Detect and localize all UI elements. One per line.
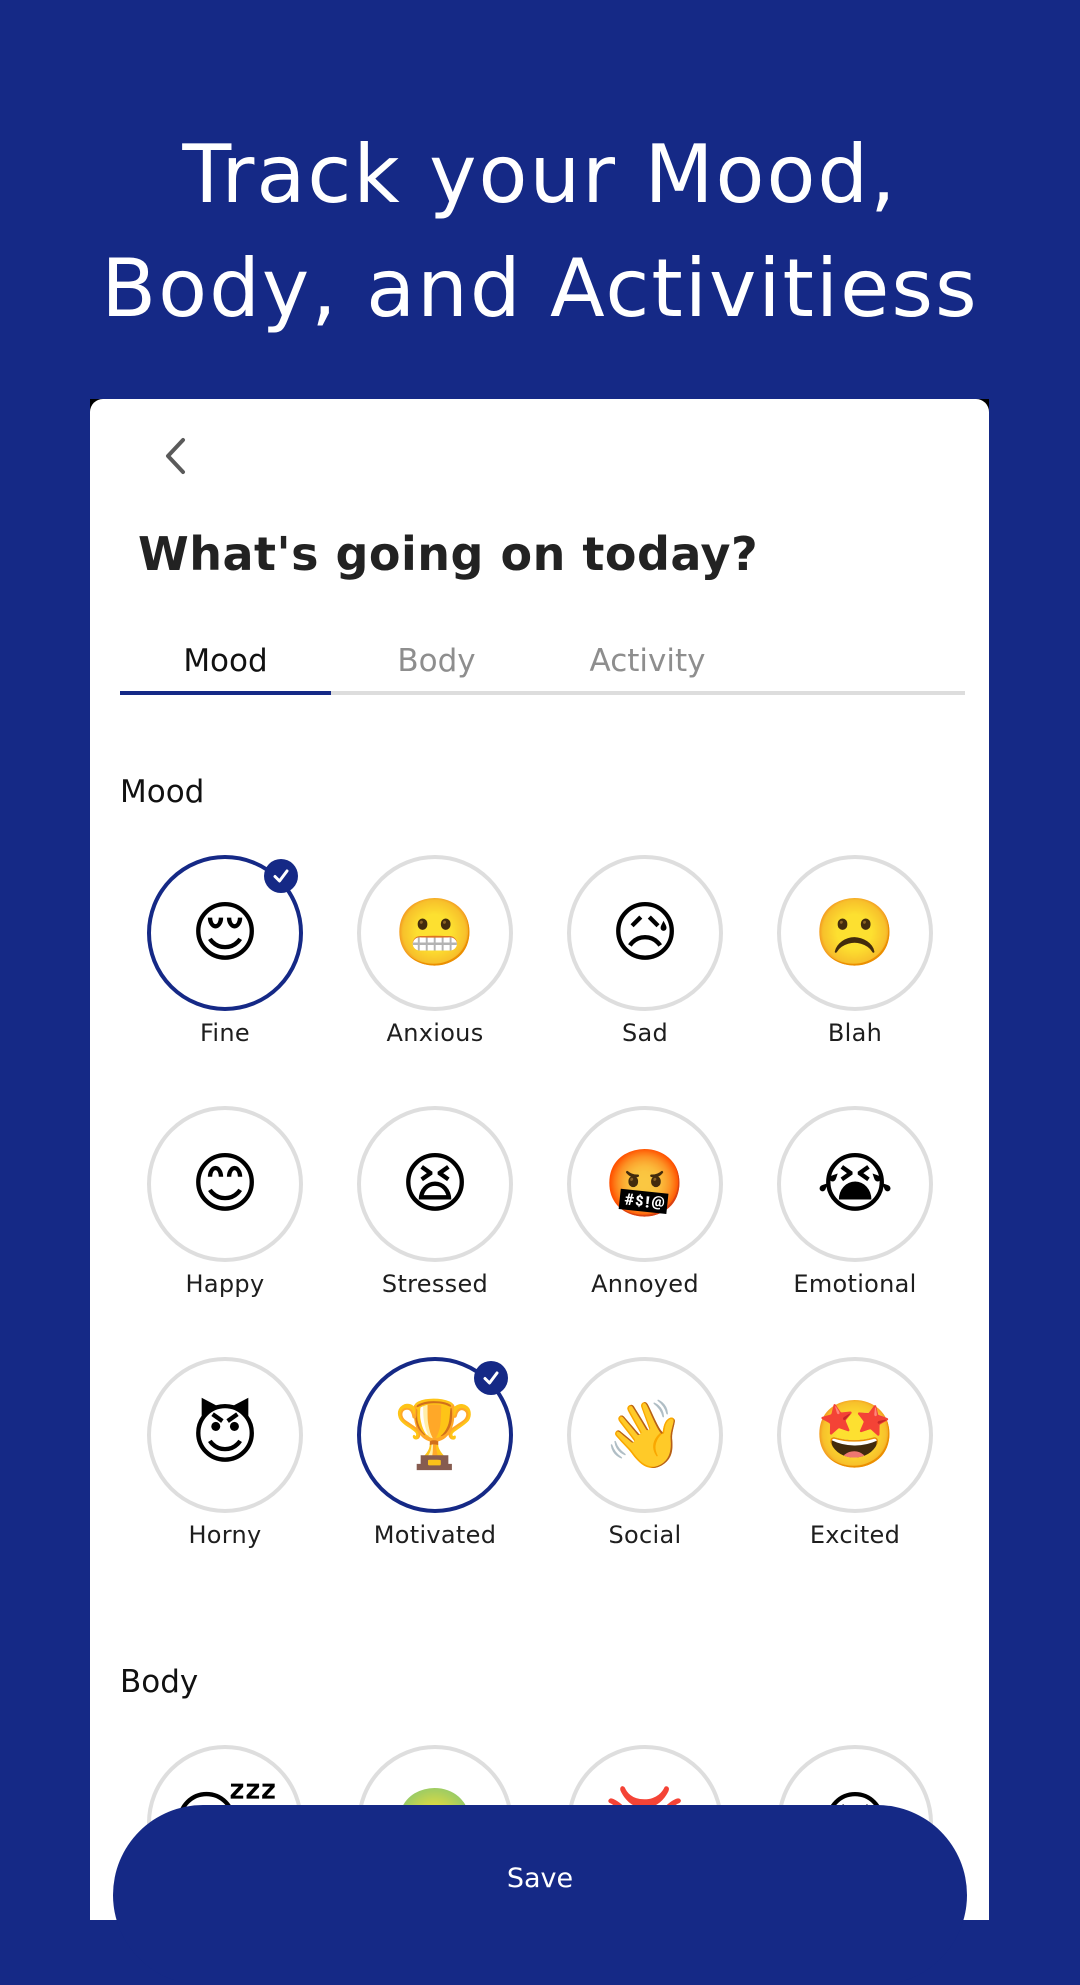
chevron-left-icon (166, 438, 185, 474)
mood-option-horny[interactable]: 😈 Horny (130, 1357, 320, 1577)
mood-tracker-card: What's going on today? Mood Body Activit… (90, 399, 989, 1920)
emoji-icon: 😭 (816, 1145, 894, 1222)
option-ring: 😭 (777, 1106, 933, 1262)
emoji-icon: 😥 (610, 894, 680, 971)
emoji-icon: 🏆 (393, 1396, 477, 1473)
mood-option-blah[interactable]: ☹️ Blah (760, 855, 950, 1075)
mood-option-excited[interactable]: 🤩 Excited (760, 1357, 950, 1577)
option-ring: 😬 (357, 855, 513, 1011)
option-label: Sad (621, 1019, 669, 1047)
emoji-icon: 😈 (190, 1396, 260, 1473)
mood-option-stressed[interactable]: 😫 Stressed (340, 1106, 530, 1326)
mood-option-motivated[interactable]: 🏆 Motivated (340, 1357, 530, 1577)
option-label: Blah (827, 1019, 883, 1047)
option-label: Anxious (386, 1019, 484, 1047)
mood-option-emotional[interactable]: 😭 Emotional (760, 1106, 950, 1326)
option-ring: 👋 (567, 1357, 723, 1513)
mood-option-fine[interactable]: 😌 Fine (130, 855, 320, 1075)
option-ring: 😈 (147, 1357, 303, 1513)
option-label: Social (608, 1521, 682, 1549)
emoji-icon: 😫 (400, 1145, 470, 1222)
emoji-icon: 😬 (393, 894, 477, 971)
emoji-icon: 👋 (603, 1396, 687, 1473)
hero-title-line-1: Track your Mood, (182, 128, 898, 221)
page-heading: What's going on today? (138, 527, 759, 581)
back-button[interactable] (150, 431, 200, 481)
section-label-body: Body (120, 1664, 199, 1700)
tab-body[interactable]: Body (331, 637, 542, 691)
emoji-icon: 🤩 (813, 1396, 897, 1473)
option-ring: 😫 (357, 1106, 513, 1262)
tab-active-indicator (120, 691, 331, 695)
mood-option-happy[interactable]: 😊 Happy (130, 1106, 320, 1326)
option-label: Annoyed (591, 1270, 699, 1298)
emoji-icon: 🤬 (603, 1145, 687, 1222)
option-label: Fine (200, 1019, 250, 1047)
mood-option-annoyed[interactable]: 🤬 Annoyed (550, 1106, 740, 1326)
option-ring: ☹️ (777, 855, 933, 1011)
option-ring: 🤬 (567, 1106, 723, 1262)
mood-option-social[interactable]: 👋 Social (550, 1357, 740, 1577)
tab-bar: Mood Body Activity (120, 637, 965, 697)
option-ring: 🤩 (777, 1357, 933, 1513)
save-button-label: Save (506, 1863, 574, 1894)
mood-option-anxious[interactable]: 😬 Anxious (340, 855, 530, 1075)
save-button[interactable]: Save (113, 1805, 967, 1985)
hero-title: Track your Mood, Body, and Activitiess (0, 118, 1080, 346)
option-label: Emotional (793, 1270, 917, 1298)
option-label: Motivated (373, 1521, 497, 1549)
selected-check-icon (474, 1361, 508, 1395)
tab-mood[interactable]: Mood (120, 637, 331, 691)
emoji-icon: ☹️ (813, 894, 897, 971)
hero-title-line-2: Body, and Activitiess (101, 242, 979, 335)
option-label: Excited (809, 1521, 901, 1549)
option-label: Stressed (381, 1270, 489, 1298)
option-ring: 😥 (567, 855, 723, 1011)
option-label: Happy (185, 1270, 265, 1298)
mood-option-sad[interactable]: 😥 Sad (550, 855, 740, 1075)
emoji-icon: 😊 (190, 1145, 260, 1222)
selected-check-icon (264, 859, 298, 893)
option-ring: 😊 (147, 1106, 303, 1262)
option-label: Horny (188, 1521, 262, 1549)
emoji-icon: 😌 (190, 894, 260, 971)
section-label-mood: Mood (120, 774, 205, 810)
tab-activity[interactable]: Activity (542, 637, 753, 691)
